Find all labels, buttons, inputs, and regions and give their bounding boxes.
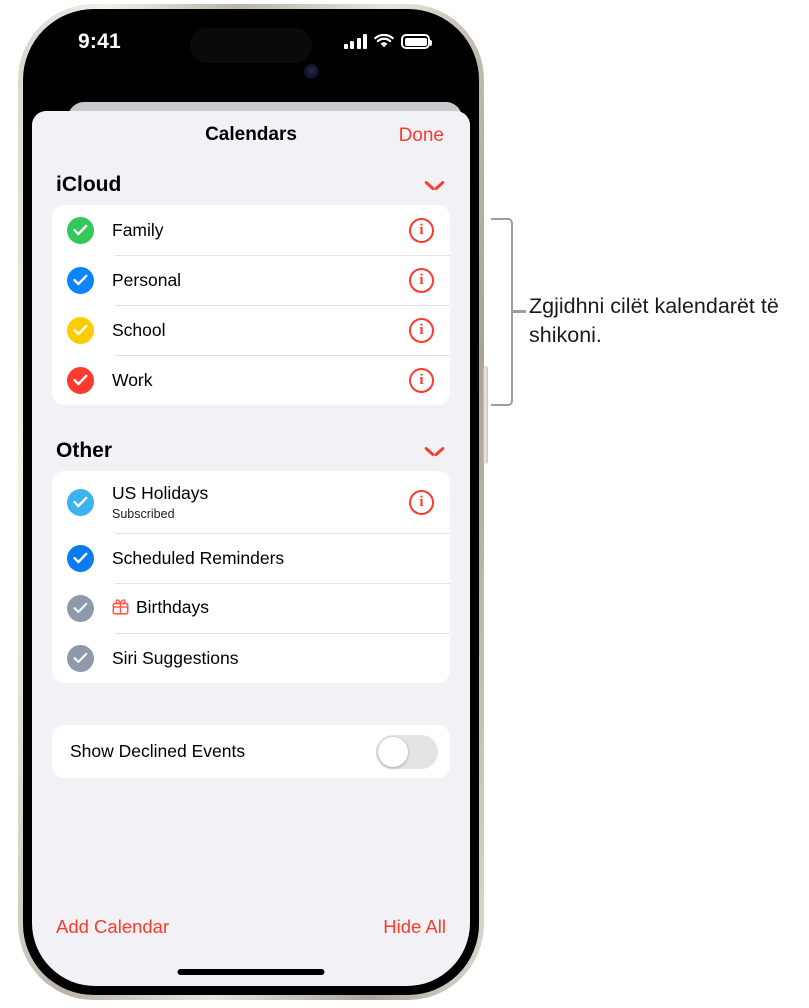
list-item[interactable]: Siri Suggestions — [52, 633, 450, 683]
calendar-name: Siri Suggestions — [112, 647, 239, 668]
list-item[interactable]: US Holidays Subscribed i — [52, 471, 450, 533]
list-item[interactable]: Birthdays — [52, 583, 450, 633]
toggle-knob — [378, 736, 408, 767]
iphone-bezel: 9:41 Calendars Done iCloud Family i Pers… — [23, 9, 479, 995]
info-button[interactable]: i — [409, 267, 434, 293]
calendar-color-checkbox[interactable] — [67, 266, 94, 294]
sheet-navigation-bar: Calendars Done — [32, 111, 470, 161]
show-declined-events-row[interactable]: Show Declined Events — [52, 725, 450, 778]
list-item[interactable]: School i — [52, 305, 450, 355]
calendar-color-checkbox[interactable] — [67, 316, 94, 344]
calendar-subtitle: Subscribed — [112, 506, 175, 521]
calendar-name: Work — [112, 369, 153, 390]
calendar-color-checkbox[interactable] — [67, 366, 94, 394]
list-item-text: Personal — [112, 269, 409, 291]
wifi-icon — [374, 33, 394, 49]
list-item-text: Birthdays — [112, 596, 434, 620]
dynamic-island — [190, 28, 312, 63]
section-header-icloud[interactable]: iCloud — [32, 161, 470, 205]
iphone-device-frame: 9:41 Calendars Done iCloud Family i Pers… — [18, 4, 484, 1000]
status-bar-indicators — [343, 33, 432, 49]
sheet-bottom-bar: Add Calendar Hide All — [32, 916, 470, 938]
list-item-text: US Holidays Subscribed — [112, 482, 409, 522]
section-title-icloud: iCloud — [56, 173, 122, 196]
calendar-name: School — [112, 319, 166, 340]
calendar-color-checkbox[interactable] — [67, 216, 94, 244]
info-button[interactable]: i — [409, 367, 434, 393]
signal-bars-icon — [343, 34, 367, 49]
callout-bracket — [491, 218, 513, 406]
add-calendar-button[interactable]: Add Calendar — [56, 916, 169, 938]
status-bar-time: 9:41 — [78, 30, 121, 53]
show-declined-events-toggle[interactable] — [376, 734, 438, 769]
callout-text: Zgjidhni cilët kalendarët të shikoni. — [529, 294, 779, 347]
calendar-list-other: US Holidays Subscribed i Scheduled Remin… — [52, 471, 450, 683]
chevron-down-icon[interactable] — [425, 445, 444, 457]
list-item-text: School — [112, 319, 409, 341]
info-button[interactable]: i — [409, 317, 434, 343]
declined-events-card: Show Declined Events — [52, 725, 450, 778]
screenshot-root: 9:41 Calendars Done iCloud Family i Pers… — [0, 0, 809, 1008]
iphone-screen: 9:41 Calendars Done iCloud Family i Pers… — [32, 18, 470, 986]
chevron-down-icon[interactable] — [425, 179, 444, 191]
section-header-other[interactable]: Other — [32, 427, 470, 471]
calendar-color-checkbox[interactable] — [67, 594, 94, 622]
calendar-name: US Holidays — [112, 483, 209, 504]
battery-icon — [401, 34, 432, 49]
list-item[interactable]: Scheduled Reminders — [52, 533, 450, 583]
calendar-color-checkbox[interactable] — [67, 488, 94, 516]
show-declined-events-label: Show Declined Events — [70, 741, 246, 761]
list-item[interactable]: Work i — [52, 355, 450, 405]
front-camera-icon — [304, 64, 319, 79]
calendar-name: Birthdays — [136, 596, 209, 617]
home-indicator[interactable] — [177, 969, 325, 975]
section-title-other: Other — [56, 439, 113, 462]
calendar-name-row: Birthdays — [112, 596, 434, 620]
list-item[interactable]: Family i — [52, 205, 450, 255]
callout-stem — [512, 310, 526, 313]
hide-all-button[interactable]: Hide All — [383, 916, 446, 938]
list-item-text: Work — [112, 369, 409, 391]
gift-icon — [112, 598, 129, 620]
done-button[interactable]: Done — [399, 125, 444, 147]
calendar-name: Family — [112, 219, 164, 240]
info-button[interactable]: i — [409, 489, 434, 515]
calendar-color-checkbox[interactable] — [67, 544, 94, 572]
calendar-name: Scheduled Reminders — [112, 547, 285, 568]
calendar-list-icloud: Family i Personal i School i Work i — [52, 205, 450, 405]
list-item-text: Siri Suggestions — [112, 647, 434, 669]
calendar-name: Personal — [112, 269, 182, 290]
list-item-text: Scheduled Reminders — [112, 547, 434, 569]
calendar-color-checkbox[interactable] — [67, 644, 94, 672]
list-item[interactable]: Personal i — [52, 255, 450, 305]
list-item-text: Family — [112, 219, 409, 241]
info-button[interactable]: i — [409, 217, 434, 243]
power-button[interactable] — [483, 366, 488, 464]
calendars-sheet: Calendars Done iCloud Family i Personal … — [32, 111, 470, 986]
status-bar: 9:41 — [32, 18, 470, 79]
